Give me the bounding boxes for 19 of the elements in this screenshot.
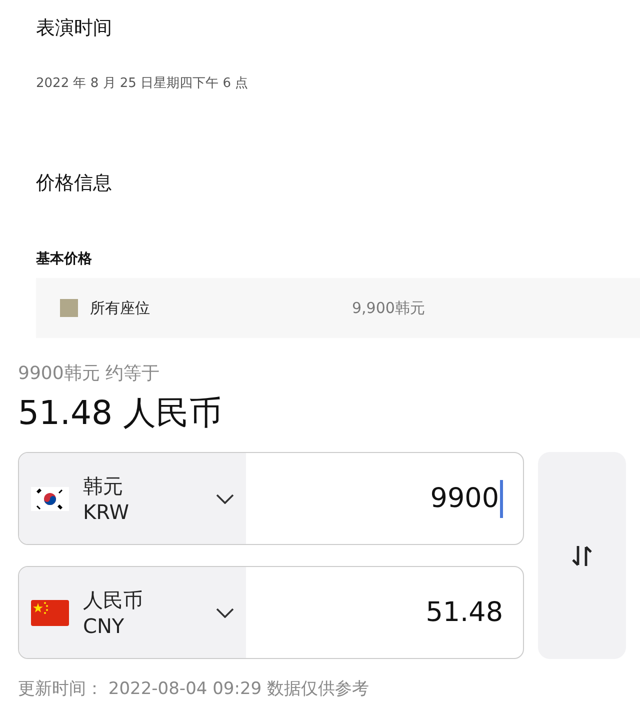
swap-button[interactable]: [538, 452, 626, 659]
conversion-result: 51.48 人民币: [18, 392, 223, 434]
seat-label: 所有座位: [90, 298, 151, 318]
conversion-summary: 9900韩元 约等于: [18, 362, 161, 385]
swap-icon: [571, 544, 593, 568]
update-note: 更新时间： 2022-08-04 09:29 数据仅供参考: [18, 678, 370, 700]
amount-field[interactable]: 9900: [246, 453, 523, 544]
section-heading: 价格信息: [36, 171, 113, 196]
currency-selector[interactable]: 人民币 CNY: [19, 567, 246, 658]
section-heading: 表演时间: [36, 16, 113, 41]
performance-datetime: 2022 年 8 月 25 日星期四下午 6 点: [36, 75, 250, 92]
flag-icon: [31, 600, 69, 626]
currency-selector[interactable]: 韩元 KRW: [19, 453, 246, 544]
amount-field[interactable]: 51.48: [246, 567, 523, 658]
chevron-down-icon: [216, 608, 234, 618]
price-subheading: 基本价格: [36, 250, 93, 268]
chevron-down-icon: [216, 494, 234, 504]
seat-price: 9,900韩元: [352, 298, 425, 318]
flag-icon: [31, 486, 69, 510]
